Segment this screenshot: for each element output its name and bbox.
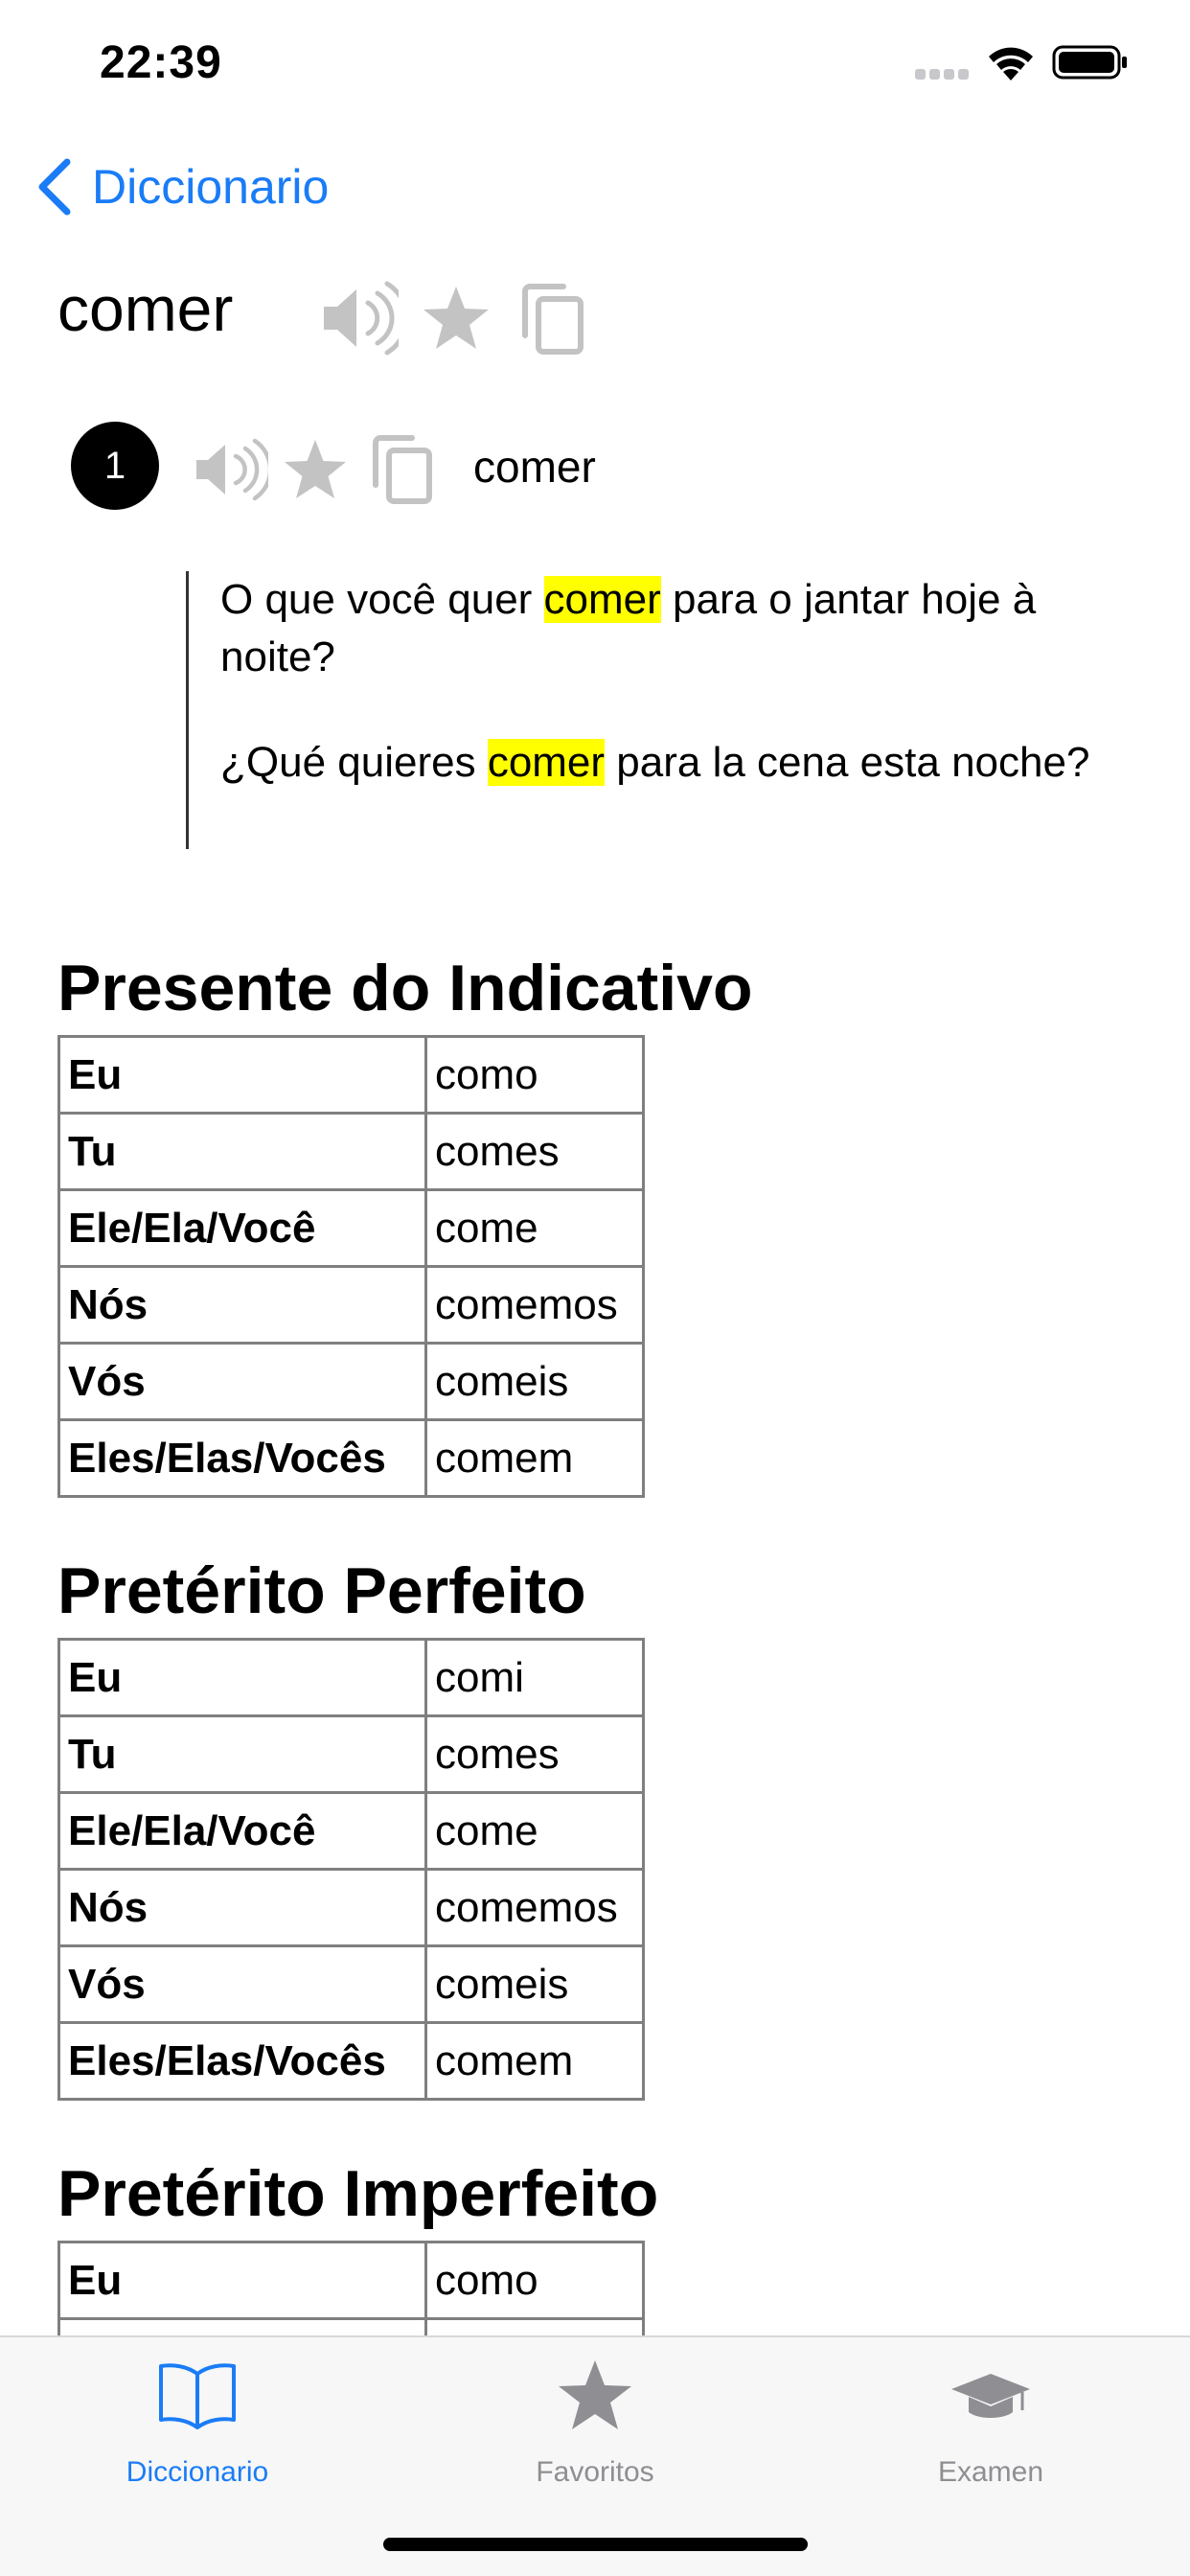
book-icon bbox=[159, 2363, 236, 2429]
person-cell: Tu bbox=[57, 1112, 427, 1191]
person-cell: Nós bbox=[57, 1868, 427, 1947]
tab-diccionario[interactable]: Diccionario bbox=[54, 2337, 341, 2491]
person-cell: Tu bbox=[57, 1714, 427, 1794]
star-icon bbox=[559, 2360, 631, 2429]
example-portuguese: O que você quer comer para o jantar hoje… bbox=[220, 571, 1125, 686]
home-indicator bbox=[383, 2538, 808, 2551]
conjugation-table: Eu como Tu comes Ele/Ela/Você come Nós comem… bbox=[57, 1035, 645, 1498]
person-cell: Eles/Elas/Vocês bbox=[57, 1418, 427, 1498]
form-cell: comes bbox=[424, 1714, 645, 1794]
speaker-icon[interactable] bbox=[320, 280, 399, 356]
person-cell: Vós bbox=[57, 1342, 427, 1421]
table-row: Nós comemos bbox=[57, 1868, 645, 1947]
tab-examen[interactable]: Examen bbox=[847, 2337, 1134, 2491]
copy-icon[interactable] bbox=[372, 435, 433, 504]
tab-label: Examen bbox=[937, 2456, 1044, 2488]
conjugation-title: Pretérito Imperfeito bbox=[57, 2157, 659, 2230]
person-cell: Nós bbox=[57, 1265, 427, 1345]
table-row: Eles/Elas/Vocês comem bbox=[57, 2021, 645, 2101]
table-row: Ele/Ela/Você come bbox=[57, 1791, 645, 1871]
conjugation-title: Pretérito Perfeito bbox=[57, 1554, 586, 1627]
person-cell: Ele/Ela/Você bbox=[57, 1188, 427, 1268]
tab-label: Diccionario bbox=[126, 2456, 269, 2488]
speaker-icon[interactable] bbox=[194, 437, 268, 502]
sense-translation: comer bbox=[473, 442, 596, 492]
headword: comer bbox=[57, 273, 234, 344]
example-highlight: comer bbox=[543, 576, 661, 623]
table-row: Vós comeis bbox=[57, 1342, 645, 1421]
table-row: Eu como bbox=[57, 1035, 645, 1115]
table-row: Eu comi bbox=[57, 1638, 645, 1717]
form-cell: como bbox=[424, 1035, 645, 1115]
table-row: Tu comes bbox=[57, 1112, 645, 1191]
table-row: Nós comemos bbox=[57, 1265, 645, 1345]
example-block: O que você quer comer para o jantar hoje… bbox=[186, 571, 1125, 849]
example-highlight: comer bbox=[487, 739, 606, 786]
example-text: O que você quer bbox=[220, 576, 544, 623]
form-cell: comemos bbox=[424, 1868, 645, 1947]
wifi-icon bbox=[985, 40, 1037, 82]
form-cell: comem bbox=[424, 1418, 645, 1498]
conjugation-table: Eu comi Tu comes Ele/Ela/Você come Nós comem… bbox=[57, 1638, 645, 2101]
example-text: ¿Qué quieres bbox=[220, 739, 488, 786]
status-bar: 22:39 bbox=[0, 0, 1190, 125]
form-cell: comeis bbox=[424, 1944, 645, 2024]
battery-icon bbox=[1052, 44, 1129, 80]
chevron-left-icon bbox=[38, 158, 71, 216]
person-cell: Eu bbox=[57, 2241, 427, 2320]
person-cell: Eu bbox=[57, 1638, 427, 1717]
person-cell: Ele/Ela/Você bbox=[57, 1791, 427, 1871]
form-cell: come bbox=[424, 1188, 645, 1268]
person-cell: Vós bbox=[57, 1944, 427, 2024]
form-cell: comeis bbox=[424, 1342, 645, 1421]
conjugation-section-presente: Presente do Indicativo Eu como Tu comes El… bbox=[57, 947, 753, 1498]
conjugation-section-perfeito: Pretérito Perfeito Eu comi Tu comes Ele/El… bbox=[57, 1550, 645, 2101]
table-row: Vós comeis bbox=[57, 1944, 645, 2024]
person-cell: Eles/Elas/Vocês bbox=[57, 2021, 427, 2101]
form-cell: comem bbox=[424, 2021, 645, 2101]
form-cell: comemos bbox=[424, 1265, 645, 1345]
sense-number-badge: 1 bbox=[71, 422, 159, 510]
table-row: Eu como bbox=[57, 2241, 645, 2320]
cellular-signal-icon bbox=[915, 69, 971, 82]
form-cell: comi bbox=[424, 1638, 645, 1717]
graduation-cap-icon bbox=[951, 2374, 1030, 2418]
status-time: 22:39 bbox=[100, 37, 222, 88]
tab-favoritos[interactable]: Favoritos bbox=[451, 2337, 739, 2491]
tab-label: Favoritos bbox=[536, 2456, 654, 2488]
conjugation-title: Presente do Indicativo bbox=[57, 952, 753, 1024]
star-icon[interactable] bbox=[422, 284, 491, 353]
form-cell: come bbox=[424, 1791, 645, 1871]
back-button-label: Diccionario bbox=[92, 160, 330, 214]
table-row: Eles/Elas/Vocês comem bbox=[57, 1418, 645, 1498]
back-button[interactable]: Diccionario bbox=[33, 153, 329, 220]
form-cell: comes bbox=[424, 1112, 645, 1191]
example-text: para la cena esta noche? bbox=[605, 739, 1090, 786]
form-cell: como bbox=[424, 2241, 645, 2320]
star-icon[interactable] bbox=[282, 437, 349, 502]
copy-icon[interactable] bbox=[521, 284, 584, 355]
example-spanish: ¿Qué quieres comer para la cena esta noc… bbox=[220, 734, 1125, 792]
person-cell: Eu bbox=[57, 1035, 427, 1115]
screen: 22:39 Diccionario comer 1 comer O que vo… bbox=[0, 0, 1190, 2576]
table-row: Ele/Ela/Você come bbox=[57, 1188, 645, 1268]
table-row: Tu comes bbox=[57, 1714, 645, 1794]
